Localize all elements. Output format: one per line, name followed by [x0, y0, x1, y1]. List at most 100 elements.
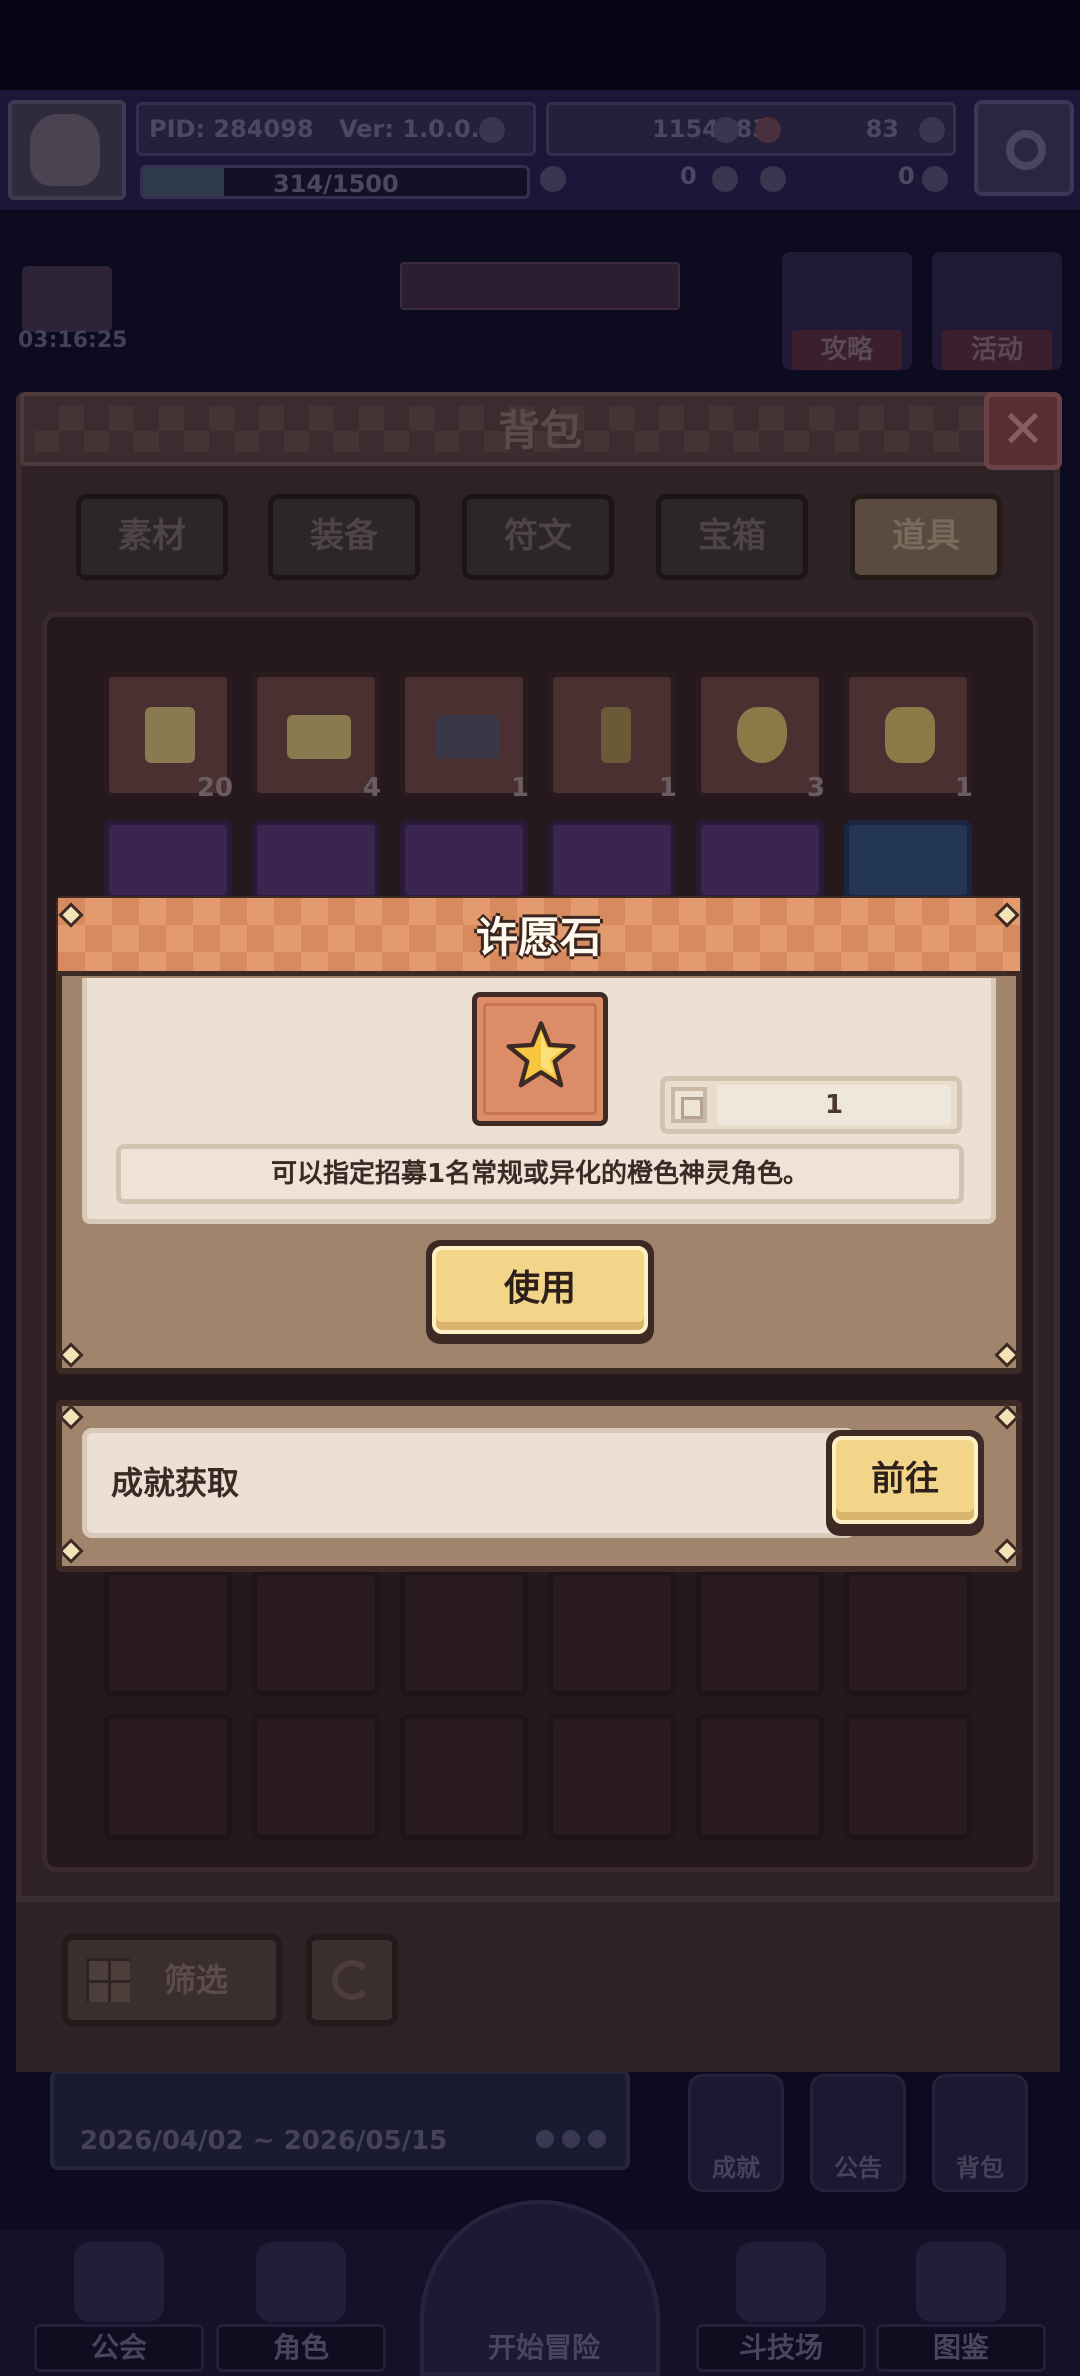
inventory-slot[interactable]: 20: [104, 672, 233, 803]
inventory-slot[interactable]: 1: [400, 672, 529, 803]
resource-a-add-icon[interactable]: [712, 166, 738, 192]
inventory-slot[interactable]: [252, 1570, 380, 1696]
close-button[interactable]: ✕: [984, 392, 1062, 470]
dark-letter-item-icon: [435, 715, 499, 759]
tab-items[interactable]: 道具: [850, 494, 1002, 580]
crystal-item-icon: [601, 707, 631, 763]
inventory-slot[interactable]: [252, 820, 380, 900]
nav-arena[interactable]: 斗技场: [696, 2234, 866, 2374]
heart-item-icon: [737, 707, 787, 763]
currency-panel: 1154183 83: [546, 102, 956, 156]
backpack-title: 背包: [497, 406, 582, 455]
event-card[interactable]: 2026/04/02 ~ 2026/05/15: [50, 2070, 630, 2170]
status-bar-area: [0, 0, 1080, 90]
nav-guild-label: 公会: [34, 2324, 204, 2372]
filter-label: 筛选: [164, 1961, 229, 1999]
inventory-slot[interactable]: 1: [548, 672, 677, 803]
star-icon: [506, 1021, 576, 1088]
gold-amount: 1154183: [652, 115, 769, 143]
item-quantity: 1: [717, 1085, 951, 1125]
gold-add-icon[interactable]: [713, 117, 739, 143]
inventory-slot[interactable]: [400, 1714, 528, 1840]
info-icon[interactable]: [479, 117, 505, 143]
inventory-slot[interactable]: [252, 1714, 380, 1840]
gem-icon: [755, 117, 781, 143]
avatar-face-icon: [30, 114, 100, 186]
stamina-bar-fill: [143, 168, 224, 196]
pid-text: PID: 284098: [149, 115, 314, 143]
inventory-slot[interactable]: [400, 1570, 528, 1696]
inventory-slot[interactable]: 1: [844, 672, 973, 803]
guide-label: 攻略: [792, 330, 902, 370]
inventory-slot[interactable]: [104, 1570, 232, 1696]
inventory-slot[interactable]: [548, 1570, 676, 1696]
backpack-label: 背包: [956, 2154, 1004, 2182]
inventory-slot[interactable]: [104, 820, 232, 900]
gift-timer: 03:16:25: [18, 328, 128, 353]
gem-item-icon: [145, 707, 195, 763]
use-button[interactable]: 使用: [426, 1240, 654, 1344]
inventory-slot[interactable]: [696, 820, 824, 900]
gift-icon[interactable]: [22, 266, 112, 332]
event-banner[interactable]: [400, 262, 680, 310]
item-icon-frame: [472, 992, 608, 1126]
inventory-slot[interactable]: [844, 1714, 972, 1840]
key-icon: [760, 166, 786, 192]
nav-arena-label: 斗技场: [696, 2324, 866, 2372]
item-quantity-box: 1: [660, 1076, 962, 1134]
version-text: Ver: 1.0.0.8: [339, 115, 497, 143]
inventory-slot[interactable]: 4: [252, 672, 381, 803]
inventory-slot[interactable]: [548, 820, 676, 900]
nav-start-adventure[interactable]: 开始冒险: [420, 2200, 660, 2376]
gem-amount: 83: [865, 115, 899, 143]
swords-icon: [736, 2242, 826, 2322]
inventory-slot[interactable]: [696, 1570, 824, 1696]
guide-button[interactable]: 攻略: [782, 252, 912, 370]
tab-chests[interactable]: 宝箱: [656, 494, 808, 580]
book-icon: [916, 2242, 1006, 2322]
close-icon: ✕: [1001, 400, 1045, 460]
star-item-icon: [885, 707, 935, 763]
inventory-slot[interactable]: [548, 1714, 676, 1840]
backpack-button[interactable]: 背包: [932, 2074, 1028, 2192]
gem-add-icon[interactable]: [919, 117, 945, 143]
stack-icon: [671, 1087, 707, 1123]
nav-codex-label: 图鉴: [876, 2324, 1046, 2372]
inventory-slot[interactable]: [844, 1570, 972, 1696]
inventory-slot[interactable]: [104, 1714, 232, 1840]
tab-materials[interactable]: 素材: [76, 494, 228, 580]
nav-character[interactable]: 角色: [216, 2234, 386, 2374]
refresh-icon: [332, 1960, 372, 2000]
inventory-slot[interactable]: [696, 1714, 824, 1840]
gear-icon: [1006, 130, 1046, 170]
nav-guild[interactable]: 公会: [34, 2234, 204, 2374]
nav-codex[interactable]: 图鉴: [876, 2234, 1046, 2374]
inventory-slot[interactable]: [400, 820, 528, 900]
inventory-slot[interactable]: [844, 820, 972, 900]
item-name: 许愿石: [475, 913, 602, 962]
tab-runes[interactable]: 符文: [462, 494, 614, 580]
source-row: 成就获取: [82, 1428, 856, 1538]
player-info-panel: PID: 284098 Ver: 1.0.0.8: [136, 102, 536, 156]
goto-button[interactable]: 前往: [826, 1430, 984, 1536]
nav-character-label: 角色: [216, 2324, 386, 2372]
goto-button-label: 前往: [832, 1436, 978, 1524]
use-button-label: 使用: [432, 1246, 648, 1334]
stamina-bar: 314/1500: [140, 165, 530, 199]
tab-equipment[interactable]: 装备: [268, 494, 420, 580]
event-date-range: 2026/04/02 ~ 2026/05/15: [80, 2126, 448, 2156]
achievement-button[interactable]: 成就: [688, 2074, 784, 2192]
filter-button[interactable]: 筛选: [62, 1934, 282, 2026]
resource-a-amount: 0: [680, 162, 697, 190]
refresh-button[interactable]: [306, 1934, 398, 2026]
player-avatar[interactable]: [8, 100, 126, 200]
event-button[interactable]: 活动: [932, 252, 1062, 370]
resource-b-amount: 0: [898, 162, 915, 190]
notice-button[interactable]: 公告: [810, 2074, 906, 2192]
inventory-slot[interactable]: 3: [696, 672, 825, 803]
settings-button[interactable]: [974, 100, 1074, 196]
resource-b-add-icon[interactable]: [922, 166, 948, 192]
item-description: 可以指定招募1名常规或异化的橙色神灵角色。: [116, 1144, 964, 1204]
event-label: 活动: [942, 330, 1052, 370]
guild-icon: [74, 2242, 164, 2322]
